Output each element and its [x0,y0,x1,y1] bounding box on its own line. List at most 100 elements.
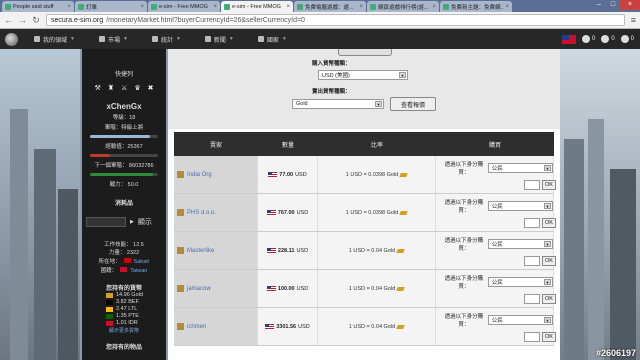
nav-statistics[interactable]: 統計 ▼ [140,29,193,49]
chevron-down-icon: ▼ [228,36,234,42]
messages-counter[interactable]: 0 [581,35,595,43]
browser-tab[interactable]: 訂單 × [75,1,147,12]
back-icon[interactable]: ← [4,15,13,25]
seller-link[interactable]: ichmen [187,324,206,330]
browser-tab[interactable]: 免費新主題：免費網... × [440,1,512,12]
fight-icon[interactable]: ⚔ [121,84,127,92]
friends-counter[interactable]: 0 [620,35,634,43]
reload-icon[interactable]: ↻ [32,15,40,26]
buy-as-select[interactable]: 公民 ▼ [487,239,553,249]
sell-currency-select[interactable]: Gold ▼ [292,99,384,109]
browser-tab-bar: People said stuff × 訂單 × e-sim - Free MMOG… [0,0,640,12]
trophy-icon[interactable]: ♛ [134,84,140,92]
nav-market[interactable]: 市場 ▼ [87,29,140,49]
chevron-down-icon: ▼ [544,317,551,323]
chevron-down-icon: ▼ [544,203,551,209]
money-row: 14.96 Gold [82,292,166,299]
seller-avatar [177,323,184,330]
tools-icon[interactable]: ✖ [148,84,154,92]
quantity-input[interactable] [524,256,540,266]
consumables-row: ▶ 顯示 [86,217,162,227]
close-tab-icon[interactable]: × [286,4,290,10]
browser-tab[interactable]: e-sim - Free MMOG × [148,1,220,12]
nav-country[interactable]: 國家 ▼ [246,29,299,49]
view-offers-button[interactable]: 查看報價 [390,97,436,111]
forward-icon[interactable]: → [18,15,27,25]
flag-icon [257,36,264,42]
close-tab-icon[interactable]: × [67,4,71,10]
quantity-input[interactable] [524,294,540,304]
buy-currency-select[interactable]: USD (美國) ▼ [318,70,408,80]
table-row: Masterlike 228.11 USD 1 USD = 0.04 Gold 透… [174,232,556,270]
location-link[interactable]: Sabah [134,258,150,266]
seller-link[interactable]: India Org [187,172,212,178]
seller-avatar [177,209,184,216]
buy-as-select[interactable]: 公民 ▼ [487,315,553,325]
nav-news[interactable]: 新聞 ▼ [193,29,246,49]
header-seller: 賣家 [209,142,222,149]
tab-favicon-icon [151,3,157,10]
gold-icon [399,172,408,177]
globe-logo-icon [4,32,18,46]
player-level: 等級：18 [112,115,136,121]
quantity-input[interactable] [524,332,540,342]
seller-link[interactable]: Masterlike [187,248,214,254]
player-name[interactable]: xChenGx [82,102,166,111]
ok-button[interactable]: OK [542,218,556,228]
browser-tab[interactable]: 免費電腦遊戲：遊... × [294,1,366,12]
quantity-input[interactable] [524,180,540,190]
consumables-label: 消耗品 [114,201,133,207]
belgium-flag-icon [106,300,113,305]
close-tab-icon[interactable]: × [359,4,363,10]
url-field[interactable]: secura.e-sim.org/monetaryMarket.html?buy… [46,14,625,26]
tab-favicon-icon [5,3,11,10]
close-tab-icon[interactable]: × [140,4,144,10]
esim-logo[interactable] [0,29,22,49]
close-tab-icon[interactable]: × [505,4,509,10]
ok-button[interactable]: OK [542,180,556,190]
tab-favicon-icon [224,3,230,10]
ok-button[interactable]: OK [542,294,556,304]
browser-tab-active[interactable]: e-sim - Free MMOG × [221,1,293,12]
seller-link[interactable]: jamacow [187,286,211,292]
buy-as-select[interactable]: 公民 ▼ [487,201,553,211]
nav-my-domain[interactable]: 我的領域 ▼ [22,29,87,49]
sell-currency-label: 賣出貨幣種類： [312,89,351,95]
close-tab-icon[interactable]: × [213,4,217,10]
player-sidebar: 快捷列 ⚒ ♜ ⚔ ♛ ✖ xChenGx 等級：18 軍階：特級上將 經驗值：… [82,49,166,360]
gold-icon [106,293,113,298]
show-consumables-link[interactable]: 顯示 [138,217,152,227]
address-bar: ← → ↻ secura.e-sim.org/monetaryMarket.ht… [0,12,640,29]
alerts-counter[interactable]: 0 [601,35,615,43]
maximize-icon[interactable]: □ [606,0,620,10]
close-window-icon[interactable]: × [620,0,640,10]
menu-icon[interactable]: ≡ [631,15,636,25]
chevron-down-icon: ▼ [544,279,551,285]
usa-flag-icon [266,285,276,292]
table-row: ichmen 3301.56 USD 1 USD = 0.04 Gold 透過以下… [174,308,556,346]
consumables-slot[interactable] [86,217,126,227]
quantity-input[interactable] [524,218,540,228]
browser-tab[interactable]: 網頁遊戲排行榜(遊... × [367,1,439,12]
work-icon[interactable]: ⚒ [95,84,101,92]
minimize-icon[interactable]: – [592,0,606,10]
money-title: 您持有的貨幣 [105,286,142,292]
lithuania-flag-icon [106,307,113,312]
seller-link[interactable]: PHS d.o.o. [187,210,216,216]
ok-button[interactable]: OK [542,332,556,342]
citizenship-link[interactable]: Taiwan [130,267,147,275]
buy-as-select[interactable]: 公民 ▼ [487,277,553,287]
rate-value: 1 USD = 0.0398 Gold [345,171,399,178]
close-tab-icon[interactable]: × [432,4,436,10]
swap-currency-button[interactable] [338,49,392,56]
show-more-money-link[interactable]: 顯示更多貨幣 [82,327,166,334]
train-icon[interactable]: ♜ [108,84,114,92]
tab-favicon-icon [78,3,84,10]
inventory-title: 您持有的物品 [105,345,142,351]
rate-value: 1 USD = 0.04 Gold [348,323,396,330]
ok-button[interactable]: OK [542,256,556,266]
buy-as-select[interactable]: 公民 ▼ [487,163,553,173]
browser-tab[interactable]: People said stuff × [2,1,74,12]
taiwan-flag-icon[interactable] [561,34,576,44]
portugal-flag-icon [106,314,113,319]
